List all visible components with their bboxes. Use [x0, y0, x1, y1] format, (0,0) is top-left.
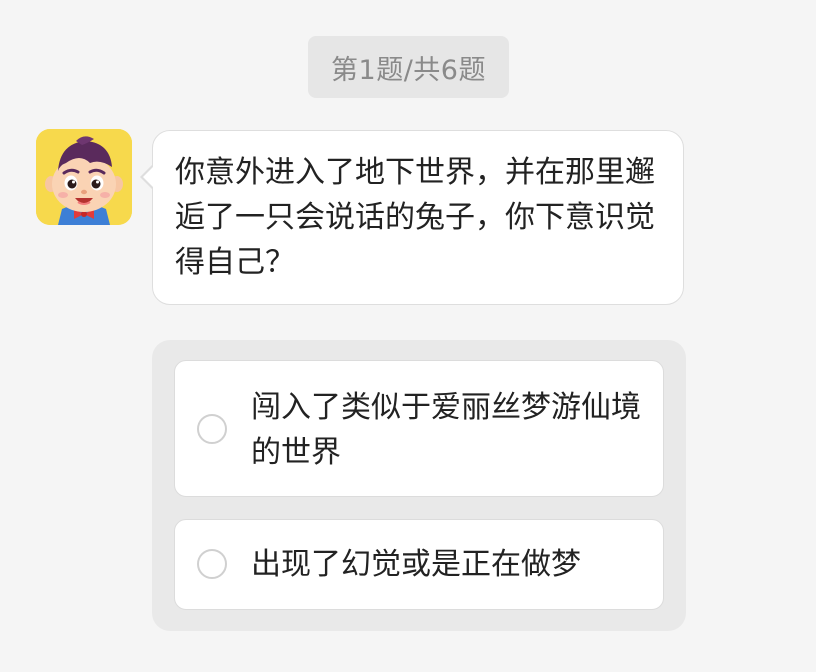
- speech-bubble-tail-fill: [142, 165, 155, 189]
- question-bubble: 你意外进入了地下世界，并在那里邂逅了一只会说话的兔子，你下意识觉得自己？: [152, 130, 684, 305]
- answer-option-b-label: 出现了幻觉或是正在做梦: [251, 547, 581, 582]
- answer-option-a[interactable]: 闯入了类似于爱丽丝梦游仙境的世界: [174, 360, 664, 497]
- question-progress-pill: 第1题/共6题: [308, 36, 509, 98]
- radio-button-b[interactable]: [197, 549, 227, 579]
- question-progress-label: 第1题/共6题: [331, 54, 486, 86]
- question-text: 你意外进入了地下世界，并在那里邂逅了一只会说话的兔子，你下意识觉得自己？: [175, 155, 655, 280]
- cartoon-boy-avatar-icon: [36, 129, 132, 225]
- answer-option-b[interactable]: 出现了幻觉或是正在做梦: [174, 519, 664, 610]
- avatar: [36, 129, 132, 225]
- radio-button-a[interactable]: [197, 414, 227, 444]
- answer-option-a-label: 闯入了类似于爱丽丝梦游仙境的世界: [251, 390, 641, 470]
